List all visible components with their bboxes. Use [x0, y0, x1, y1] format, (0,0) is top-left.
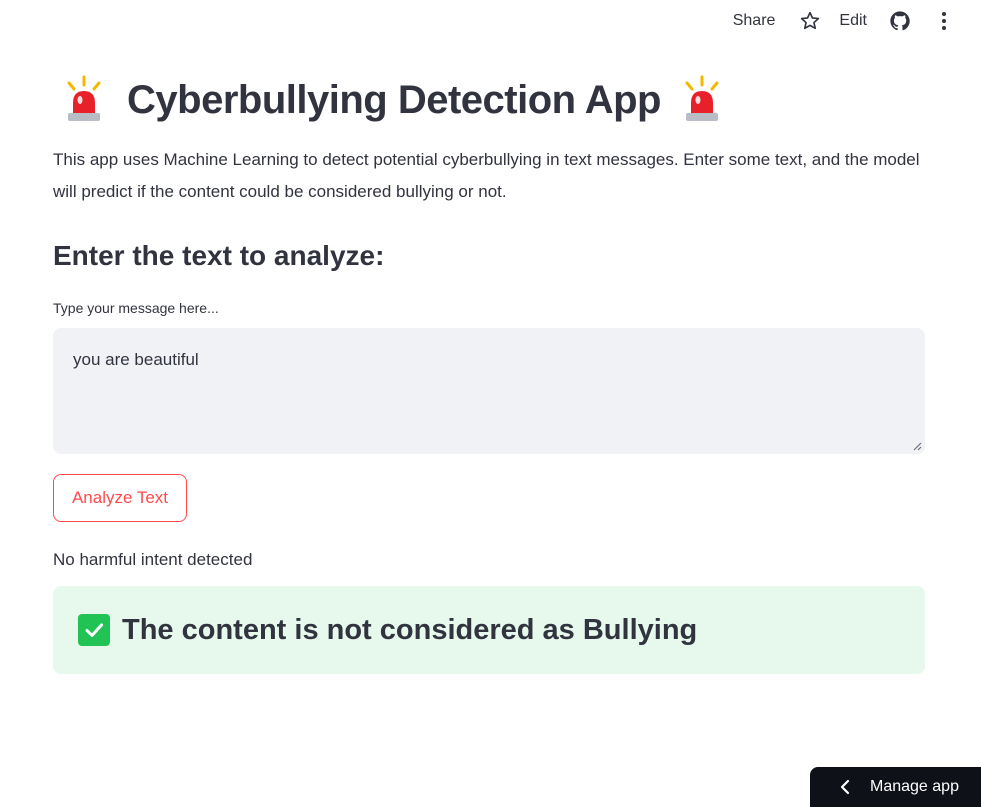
- check-mark-icon: [78, 614, 110, 646]
- chevron-left-icon: [840, 779, 850, 795]
- message-input-label: Type your message here...: [53, 300, 219, 316]
- success-alert: The content is not considered as Bullyin…: [53, 586, 925, 674]
- status-text: No harmful intent detected: [53, 550, 253, 569]
- star-icon[interactable]: [795, 6, 825, 36]
- title-row: Cyberbullying Detection App: [65, 70, 925, 130]
- manage-app-button[interactable]: Manage app: [810, 767, 981, 807]
- github-icon[interactable]: [885, 6, 915, 36]
- main-content: Cyberbullying Detection App This app use…: [53, 70, 925, 674]
- edit-button[interactable]: Edit: [833, 8, 873, 34]
- top-toolbar: Share Edit: [727, 6, 959, 36]
- siren-icon: [65, 75, 103, 125]
- analyze-text-button[interactable]: Analyze Text: [53, 474, 187, 522]
- share-button[interactable]: Share: [727, 8, 782, 34]
- siren-icon: [683, 75, 721, 125]
- section-subheader: Enter the text to analyze:: [53, 240, 385, 271]
- app-page: Share Edit Cyberbullying Detection App T…: [0, 0, 981, 807]
- app-description: This app uses Machine Learning to detect…: [53, 150, 920, 201]
- page-title: Cyberbullying Detection App: [127, 77, 661, 122]
- more-vertical-icon[interactable]: [929, 6, 959, 36]
- resize-handle-icon[interactable]: [912, 441, 922, 451]
- manage-app-label: Manage app: [870, 778, 959, 795]
- result-text: The content is not considered as Bullyin…: [122, 613, 698, 646]
- message-textarea[interactable]: you are beautiful: [53, 328, 925, 454]
- message-textarea-value: you are beautiful: [73, 350, 199, 369]
